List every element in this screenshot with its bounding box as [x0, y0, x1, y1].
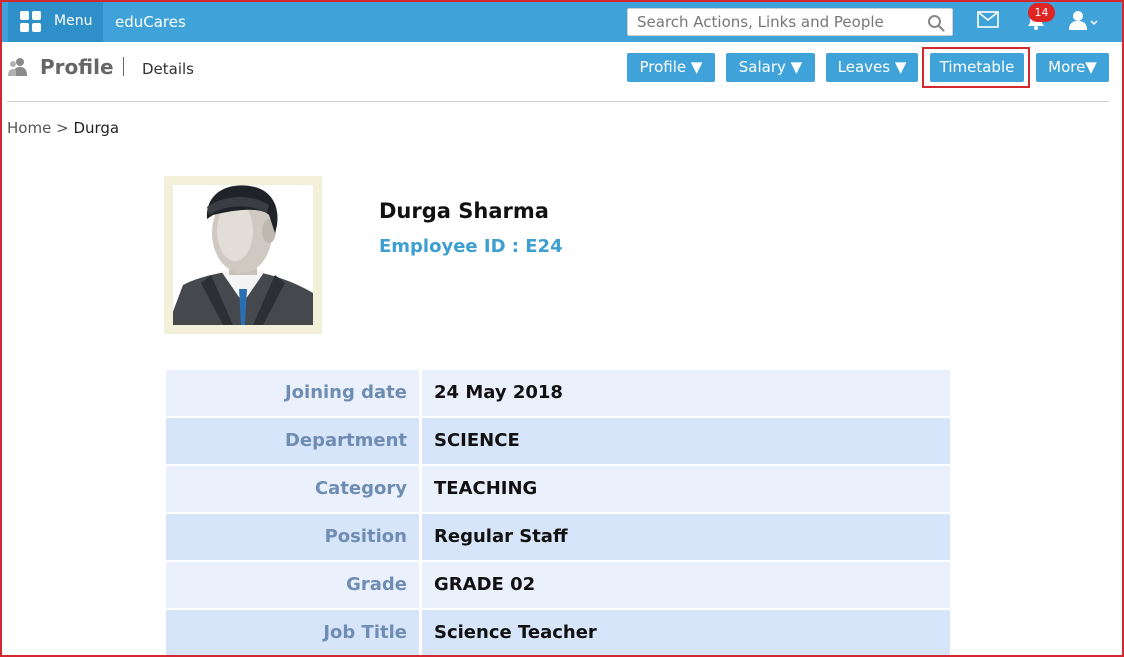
- menu-button[interactable]: Menu: [8, 2, 103, 42]
- employee-name: Durga Sharma: [379, 199, 549, 223]
- breadcrumb-home-link[interactable]: Home: [7, 119, 51, 137]
- details-label: Joining date: [166, 370, 419, 416]
- notification-count-badge: 14: [1028, 3, 1055, 22]
- details-row-position: Position Regular Staff: [166, 514, 950, 560]
- page-subtitle: Details: [142, 60, 195, 78]
- details-value: Science Teacher: [422, 610, 950, 656]
- details-row-department: Department SCIENCE: [166, 418, 950, 464]
- details-row-joining-date: Joining date 24 May 2018: [166, 370, 950, 416]
- search-input[interactable]: [628, 9, 918, 35]
- profile-users-icon: [8, 58, 27, 76]
- details-label: Department: [166, 418, 419, 464]
- details-value: GRADE 02: [422, 562, 950, 608]
- page-title: Profile: [40, 55, 114, 79]
- breadcrumb-current: Durga: [73, 119, 120, 137]
- details-row-grade: Grade GRADE 02: [166, 562, 950, 608]
- details-label: Position: [166, 514, 419, 560]
- user-account-icon[interactable]: [1067, 9, 1101, 31]
- breadcrumb-separator: >: [56, 119, 69, 137]
- details-label: Grade: [166, 562, 419, 608]
- details-value: SCIENCE: [422, 418, 950, 464]
- title-separator: [123, 57, 124, 76]
- employee-details-table: Joining date 24 May 2018 Department SCIE…: [166, 370, 950, 657]
- more-dropdown-button[interactable]: More▼: [1036, 53, 1109, 82]
- details-row-category: Category TEACHING: [166, 466, 950, 512]
- salary-dropdown-button[interactable]: Salary ▼: [726, 53, 815, 82]
- details-value: 24 May 2018: [422, 370, 950, 416]
- employee-id: Employee ID : E24: [379, 236, 563, 257]
- details-value: TEACHING: [422, 466, 950, 512]
- leaves-dropdown-button[interactable]: Leaves ▼: [826, 53, 918, 82]
- details-label: Job Title: [166, 610, 419, 656]
- profile-photo-frame: [164, 176, 322, 334]
- apps-grid-icon: [20, 11, 42, 33]
- top-navigation-bar: Menu eduCares: [2, 2, 1122, 42]
- mail-icon[interactable]: [977, 11, 999, 28]
- avatar: [173, 185, 313, 325]
- search-icon[interactable]: [927, 14, 945, 32]
- timetable-button[interactable]: Timetable: [930, 53, 1024, 82]
- header-divider: [7, 101, 1109, 102]
- details-label: Category: [166, 466, 419, 512]
- breadcrumb: Home > Durga: [7, 119, 119, 137]
- brand-link[interactable]: eduCares: [115, 13, 186, 31]
- profile-dropdown-button[interactable]: Profile ▼: [627, 53, 715, 82]
- details-value: Regular Staff: [422, 514, 950, 560]
- details-row-job-title: Job Title Science Teacher: [166, 610, 950, 656]
- menu-label: Menu: [54, 13, 93, 29]
- search-box: [627, 8, 953, 36]
